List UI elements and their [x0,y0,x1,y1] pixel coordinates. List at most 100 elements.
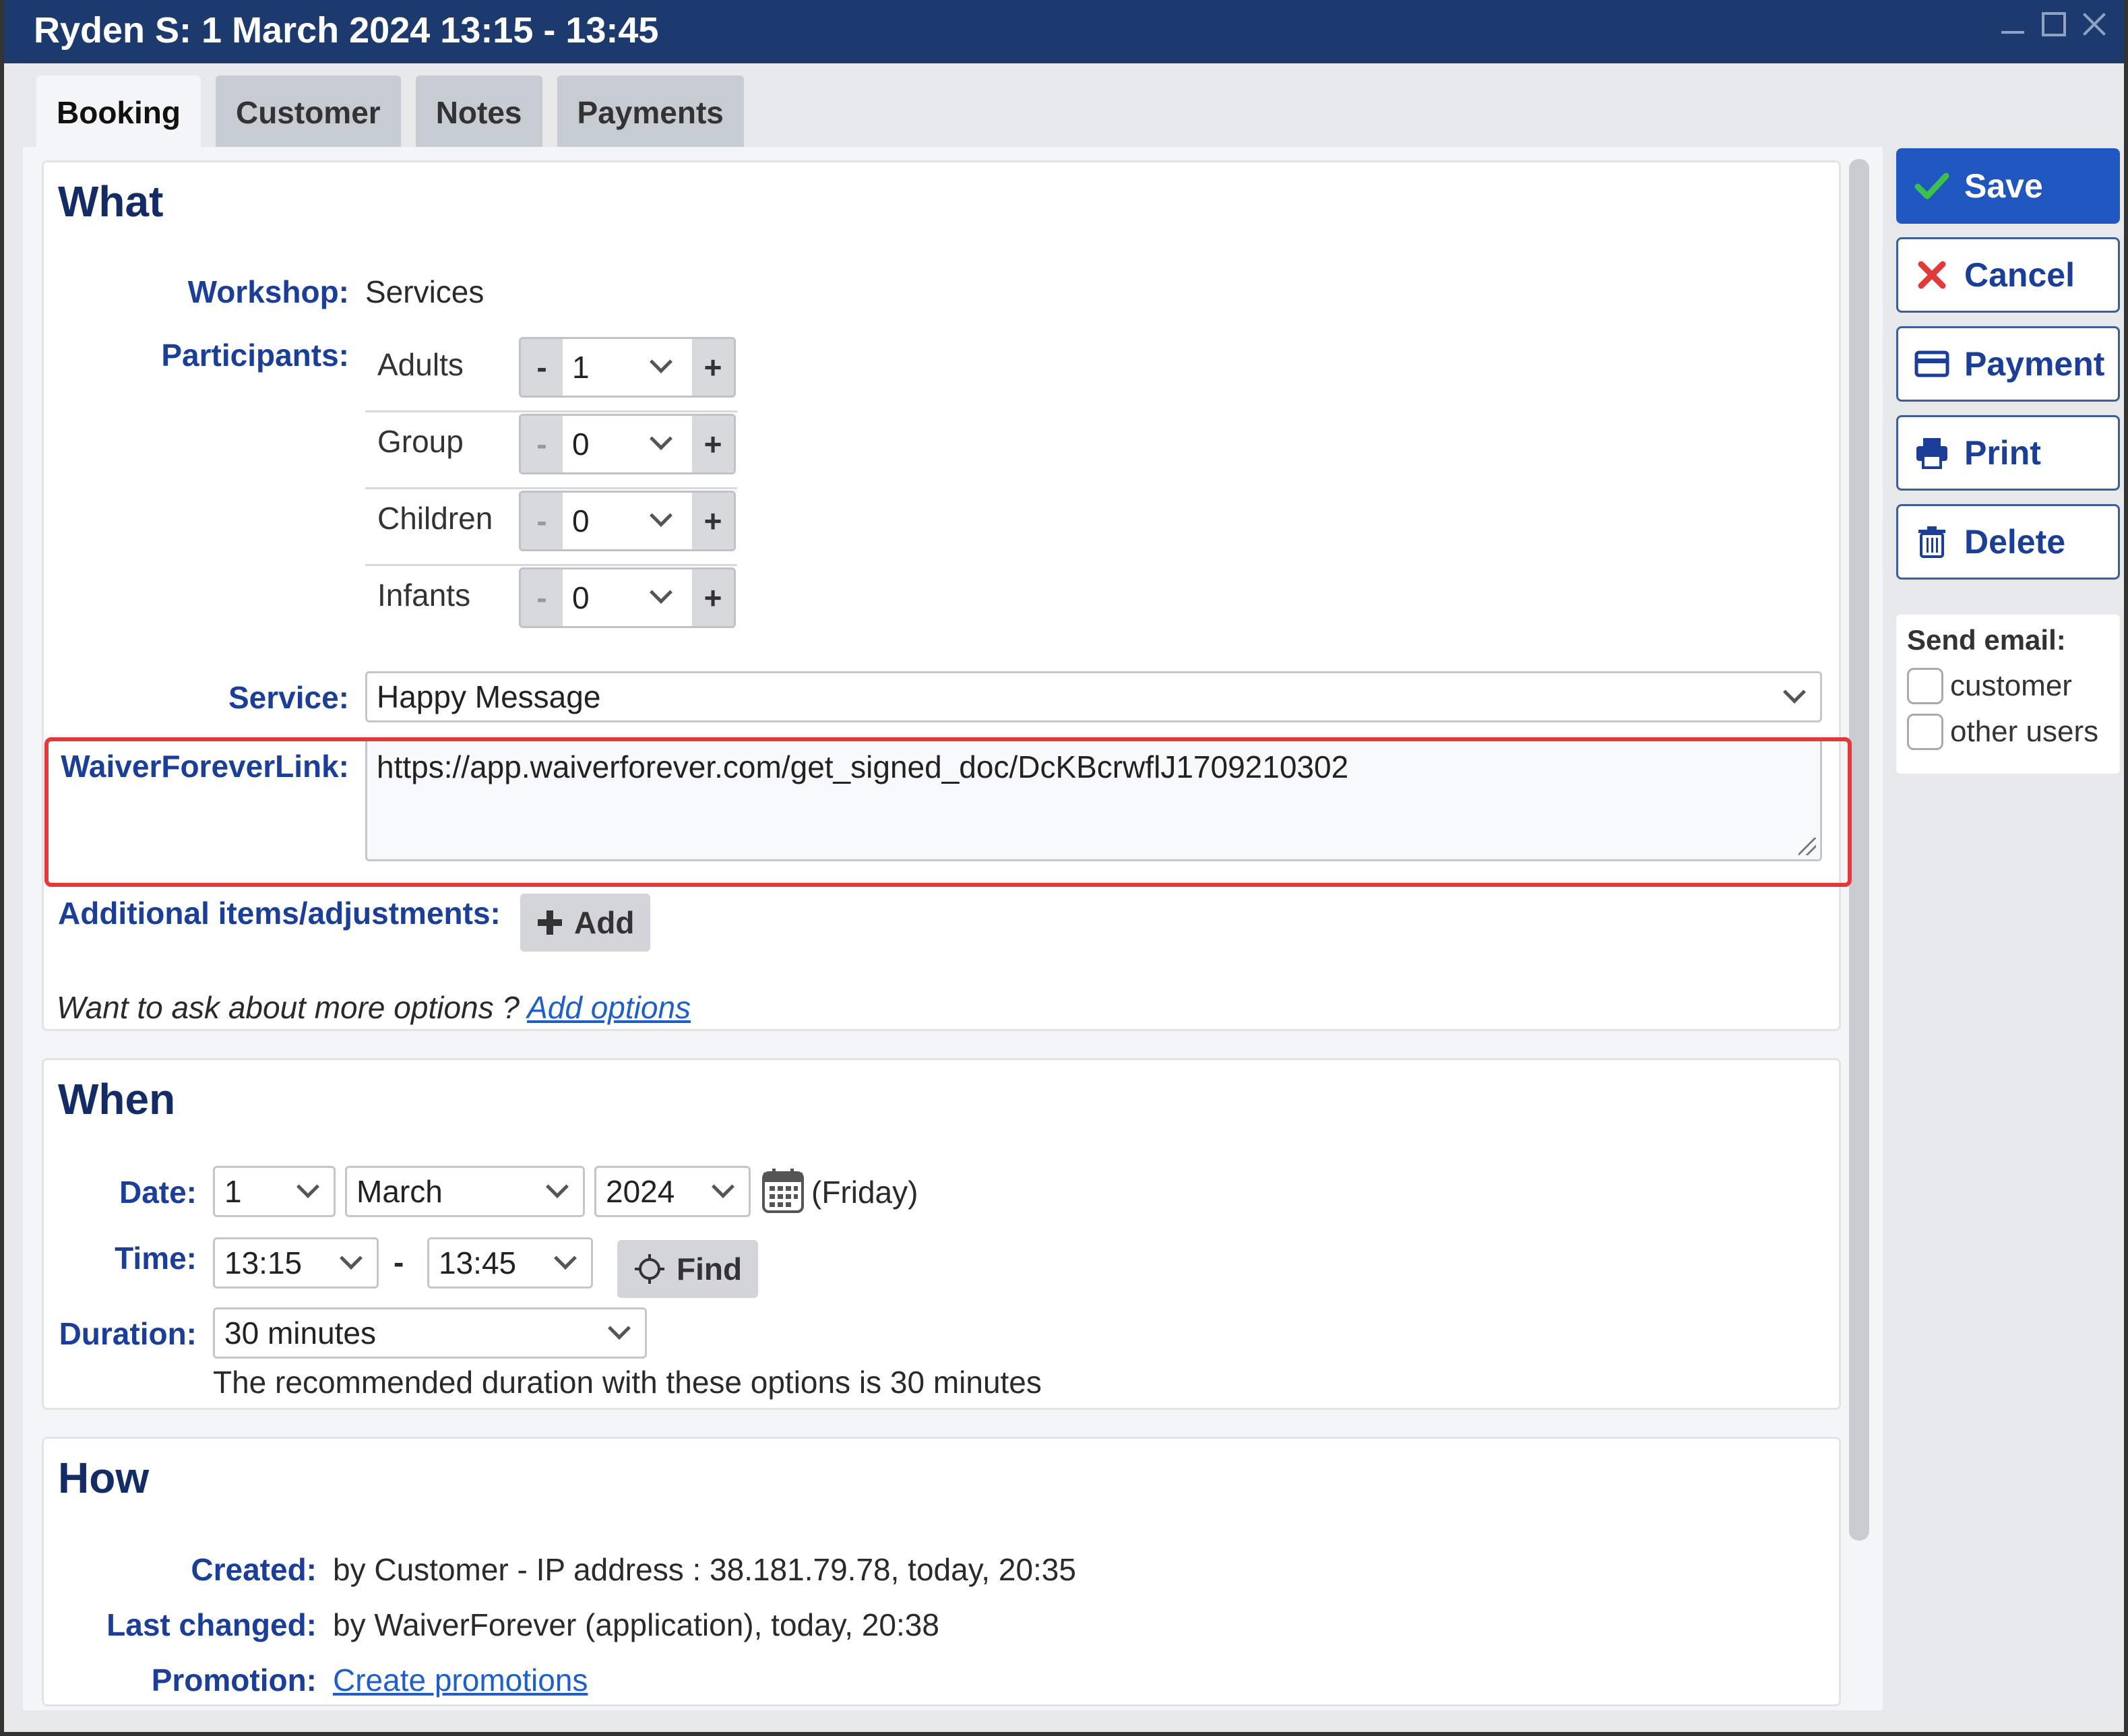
year-select[interactable]: 2024 [594,1166,751,1217]
duration-label: Duration: [59,1316,197,1351]
cancel-button[interactable]: Cancel [1896,237,2120,313]
time-start-select[interactable]: 13:15 [213,1237,379,1289]
save-button[interactable]: Save [1896,148,2120,224]
create-promotions-link[interactable]: Create promotions [333,1662,588,1698]
created-label: Created: [191,1552,317,1587]
waiver-link-field[interactable]: https://app.waiverforever.com/get_signed… [365,739,1822,861]
time-start-value: 13:15 [224,1245,303,1280]
month-value: March [356,1174,443,1209]
last-changed-label: Last changed: [106,1607,317,1642]
checkmark-icon [1914,173,1949,199]
decrement-button[interactable]: - [521,493,563,549]
participant-name: Group [377,424,464,459]
decrement-button[interactable]: - [521,339,563,396]
waiver-link-value: https://app.waiverforever.com/get_signed… [377,749,1349,784]
find-button[interactable]: Find [617,1240,759,1298]
month-select[interactable]: March [345,1166,585,1217]
created-value: by Customer - IP address : 38.181.79.78,… [333,1552,1076,1587]
service-label: Service: [228,680,349,715]
tab-notes[interactable]: Notes [415,75,542,147]
add-item-button[interactable]: Add [520,894,651,952]
participant-row-adults: Adults - 1 + [365,336,737,412]
add-options-link[interactable]: Add options [527,990,691,1025]
payment-button[interactable]: Payment [1896,326,2120,402]
printer-icon [1916,438,1947,469]
send-email-title: Send email: [1907,624,2066,656]
time-end-select[interactable]: 13:45 [427,1237,593,1289]
additional-items-label: Additional items/adjustments: [58,896,501,931]
chevron-down-icon[interactable] [650,504,672,527]
participant-row-group: Group - 0 + [365,412,737,489]
window-controls [1999,9,2109,38]
more-options-text: Want to ask about more options ? Add opt… [57,989,691,1026]
stepper-value[interactable]: 0 [572,493,590,549]
trash-icon [1918,526,1945,558]
crosshair-icon [635,1254,664,1284]
adults-stepper: - 1 + [519,337,736,398]
stepper-value[interactable]: 0 [572,569,590,626]
when-heading: When [58,1075,176,1123]
participant-name: Infants [377,578,471,613]
how-heading: How [58,1454,150,1502]
date-label: Date: [119,1175,197,1210]
chevron-down-icon [554,1247,577,1270]
delete-button[interactable]: Delete [1896,504,2120,580]
duration-value: 30 minutes [224,1315,377,1351]
stepper-value[interactable]: 0 [572,416,590,472]
weekday-text: (Friday) [811,1175,918,1210]
chevron-down-icon[interactable] [650,350,672,373]
what-heading: What [58,177,164,226]
chevron-down-icon [608,1317,631,1340]
increment-button[interactable]: + [692,339,734,396]
tab-bar: Booking Customer Notes Payments [36,75,744,147]
time-end-value: 13:45 [439,1245,517,1280]
tab-payments[interactable]: Payments [557,75,744,147]
delete-label: Delete [1964,523,2066,561]
resize-handle[interactable] [1798,838,1816,855]
chevron-down-icon[interactable] [650,581,672,604]
tab-booking[interactable]: Booking [36,75,201,147]
email-option-other-users[interactable]: other users [1907,709,2109,755]
minimize-icon[interactable] [1999,9,2027,38]
day-select[interactable]: 1 [213,1166,336,1217]
print-label: Print [1964,434,2041,472]
maximize-icon[interactable] [2042,12,2066,36]
calendar-icon[interactable] [761,1167,805,1214]
scrollbar[interactable] [1849,159,1869,1541]
time-separator: - [394,1245,404,1280]
chevron-down-icon[interactable] [650,427,672,450]
increment-button[interactable]: + [692,416,734,472]
chevron-down-icon [712,1175,734,1198]
chevron-down-icon [296,1175,319,1198]
save-label: Save [1964,167,2043,205]
participant-row-infants: Infants - 0 + [365,566,737,643]
cross-icon [1918,261,1946,289]
service-value: Happy Message [377,679,601,714]
chevron-down-icon [340,1247,363,1270]
stepper-value[interactable]: 1 [572,339,590,396]
service-select[interactable]: Happy Message [365,671,1822,722]
plus-icon [538,910,562,935]
other-users-option-label: other users [1950,715,2099,748]
customer-checkbox[interactable] [1907,668,1943,704]
duration-select[interactable]: 30 minutes [213,1307,647,1359]
email-option-customer[interactable]: customer [1907,663,2109,709]
close-icon[interactable] [2081,9,2109,38]
send-email-box: Send email: customer other users [1896,615,2120,774]
waiver-label: WaiverForeverLink: [61,749,349,784]
other-users-checkbox[interactable] [1907,714,1943,750]
print-button[interactable]: Print [1896,415,2120,491]
group-stepper: - 0 + [519,414,736,474]
decrement-button[interactable]: - [521,416,563,472]
booking-window: Ryden S: 1 March 2024 13:15 - 13:45 Book… [0,0,2128,1736]
last-changed-value: by WaiverForever (application), today, 2… [333,1607,939,1642]
time-label: Time: [115,1241,197,1276]
tab-customer[interactable]: Customer [215,75,401,147]
find-label: Find [677,1251,743,1286]
chevron-down-icon [1783,681,1806,704]
window-titlebar[interactable]: Ryden S: 1 March 2024 13:15 - 13:45 [4,0,2124,63]
decrement-button[interactable]: - [521,569,563,626]
increment-button[interactable]: + [692,493,734,549]
increment-button[interactable]: + [692,569,734,626]
infants-stepper: - 0 + [519,567,736,628]
